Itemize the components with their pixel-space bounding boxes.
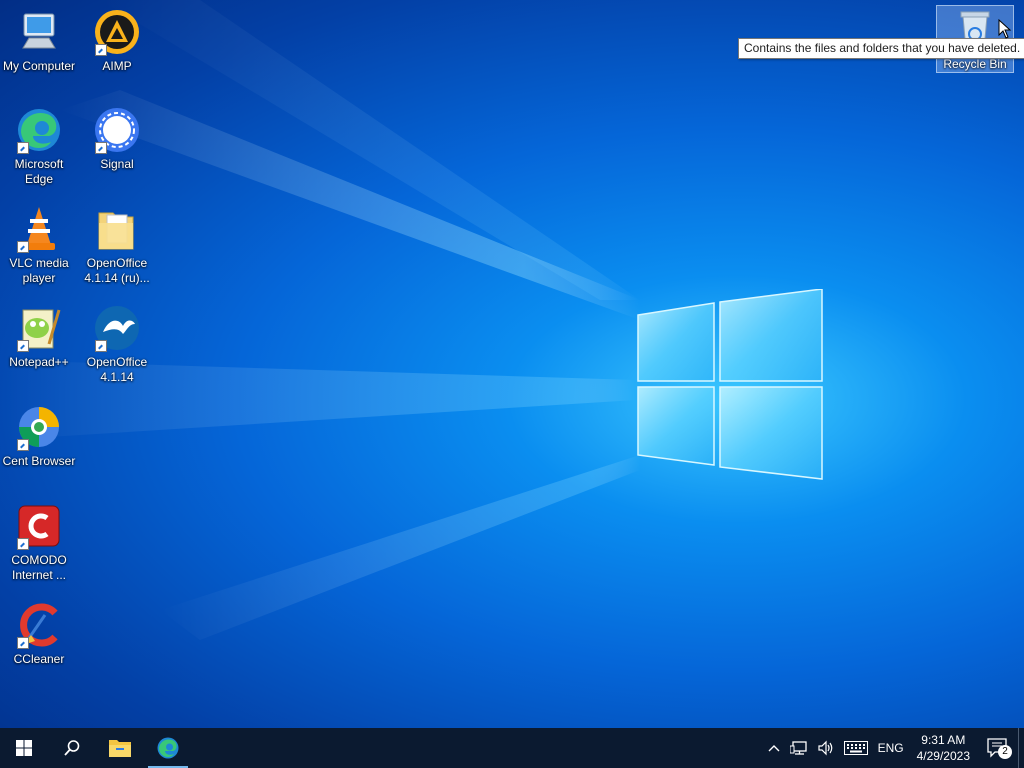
input-language-button[interactable]: ENG bbox=[873, 728, 909, 768]
action-center-button[interactable]: 2 bbox=[978, 728, 1018, 768]
clock-time: 9:31 AM bbox=[921, 733, 966, 747]
shortcut-arrow-icon bbox=[95, 44, 107, 56]
desktop-icon-notepadpp[interactable]: Notepad++ bbox=[0, 304, 78, 370]
shortcut-arrow-icon bbox=[17, 142, 29, 154]
desktop-icon-signal[interactable]: Signal bbox=[78, 106, 156, 172]
desktop-icon-openoffice-ru-folder[interactable]: OpenOffice 4.1.14 (ru)... bbox=[78, 205, 156, 286]
network-icon bbox=[789, 741, 807, 755]
cent-browser-icon bbox=[15, 403, 63, 451]
system-tray: ENG 9:31 AM 4/29/2023 2 bbox=[763, 728, 1024, 768]
ccleaner-icon bbox=[15, 601, 63, 649]
vlc-icon bbox=[15, 205, 63, 253]
desktop-icon-label: Signal bbox=[100, 157, 134, 171]
start-button[interactable] bbox=[0, 728, 48, 768]
show-desktop-button[interactable] bbox=[1018, 728, 1024, 768]
shortcut-arrow-icon bbox=[17, 340, 29, 352]
shortcut-arrow-icon bbox=[17, 439, 29, 451]
desktop-icon-label: Recycle Bin bbox=[943, 57, 1007, 71]
desktop-icon-ccleaner[interactable]: CCleaner bbox=[0, 601, 78, 667]
desktop-icon-edge[interactable]: Microsoft Edge bbox=[0, 106, 78, 187]
shortcut-arrow-icon bbox=[95, 340, 107, 352]
windows-start-icon bbox=[16, 740, 32, 756]
signal-icon bbox=[93, 106, 141, 154]
desktop-icon-label: OpenOffice 4.1.14 bbox=[86, 355, 148, 384]
show-hidden-icons-button[interactable] bbox=[763, 728, 785, 768]
edge-icon bbox=[157, 737, 179, 759]
edge-taskbar-button[interactable] bbox=[144, 728, 192, 768]
desktop-icon-label: Microsoft Edge bbox=[14, 157, 64, 186]
desktop-icon-label: VLC media player bbox=[9, 256, 69, 285]
shortcut-arrow-icon bbox=[17, 241, 29, 253]
computer-icon bbox=[15, 8, 63, 56]
desktop-icon-openoffice[interactable]: OpenOffice 4.1.14 bbox=[78, 304, 156, 385]
file-explorer-button[interactable] bbox=[96, 728, 144, 768]
folder-icon bbox=[93, 205, 141, 253]
desktop-icon-my-computer[interactable]: My Computer bbox=[0, 8, 78, 74]
taskbar-clock[interactable]: 9:31 AM 4/29/2023 bbox=[909, 732, 978, 764]
notepadpp-icon bbox=[15, 304, 63, 352]
windows-logo-wallpaper bbox=[637, 289, 823, 480]
desktop-icon-label: CCleaner bbox=[13, 652, 65, 666]
mouse-cursor-icon bbox=[998, 19, 1012, 39]
comodo-icon bbox=[15, 502, 63, 550]
touch-keyboard-button[interactable] bbox=[839, 728, 873, 768]
recycle-bin-tooltip: Contains the files and folders that you … bbox=[738, 38, 1024, 59]
aimp-icon bbox=[93, 8, 141, 56]
edge-icon bbox=[15, 106, 63, 154]
keyboard-icon bbox=[843, 741, 868, 755]
shortcut-arrow-icon bbox=[17, 637, 29, 649]
chevron-up-icon bbox=[768, 745, 780, 752]
shortcut-arrow-icon bbox=[17, 538, 29, 550]
desktop-icon-comodo[interactable]: COMODO Internet ... bbox=[0, 502, 78, 583]
desktop-icon-label: OpenOffice 4.1.14 (ru)... bbox=[84, 256, 150, 285]
search-button[interactable] bbox=[48, 728, 96, 768]
notification-count-badge: 2 bbox=[998, 745, 1012, 759]
clock-date: 4/29/2023 bbox=[916, 749, 970, 763]
openoffice-icon bbox=[93, 304, 141, 352]
folder-icon bbox=[109, 740, 131, 757]
desktop-icon-label: COMODO Internet ... bbox=[11, 553, 67, 582]
desktop-icon-label: My Computer bbox=[2, 59, 76, 73]
desktop-icon-vlc[interactable]: VLC media player bbox=[0, 205, 78, 286]
network-button[interactable] bbox=[785, 728, 813, 768]
volume-button[interactable] bbox=[813, 728, 839, 768]
desktop-icon-label: Notepad++ bbox=[9, 355, 69, 369]
desktop-icon-cent-browser[interactable]: Cent Browser bbox=[0, 403, 78, 469]
shortcut-arrow-icon bbox=[95, 142, 107, 154]
desktop-icon-label: Cent Browser bbox=[2, 454, 76, 468]
search-icon bbox=[64, 740, 80, 756]
desktop-icon-label: AIMP bbox=[102, 59, 132, 73]
taskbar: ENG 9:31 AM 4/29/2023 2 bbox=[0, 728, 1024, 768]
language-indicator: ENG bbox=[877, 741, 904, 755]
volume-icon bbox=[817, 740, 832, 756]
desktop-icon-aimp[interactable]: AIMP bbox=[78, 8, 156, 74]
